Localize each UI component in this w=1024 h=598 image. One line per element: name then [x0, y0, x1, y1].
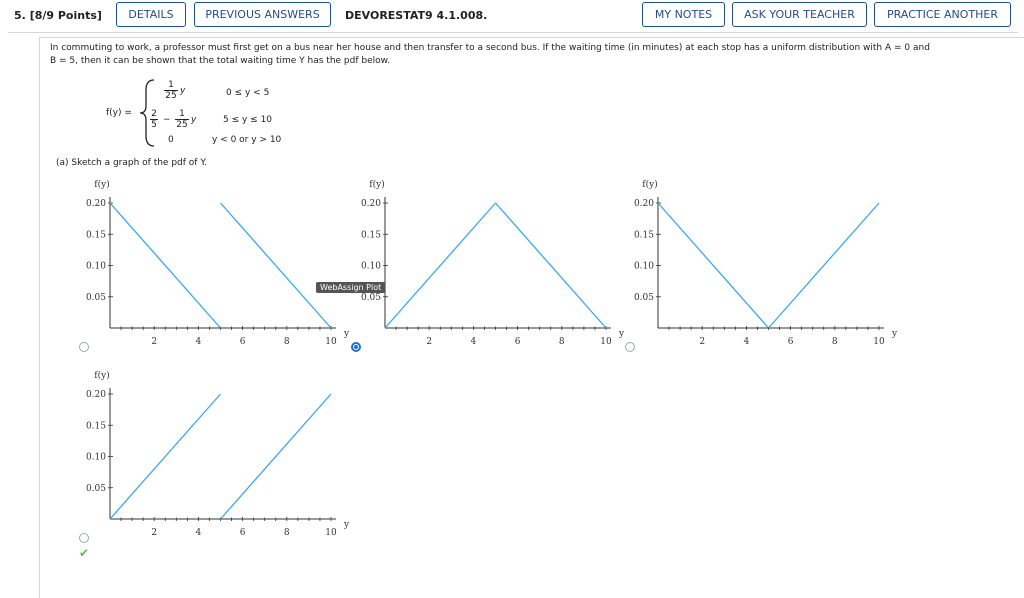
correct-check-icon: ✔ — [79, 546, 90, 560]
x-tick-label: 6 — [240, 528, 246, 538]
x-tick-label: 10 — [873, 337, 885, 347]
plot-option-a[interactable]: 2 4 6 8 10 0.20 0.15 0.10 0.05 f(y) y — [80, 175, 350, 350]
x-tick-label: 8 — [559, 337, 565, 347]
my-notes-button[interactable]: MY NOTES — [642, 2, 725, 27]
y-tick-label: 0.15 — [86, 230, 106, 240]
question-line-1: In commuting to work, a professor must f… — [50, 43, 930, 53]
y-tick-label: 0.05 — [361, 293, 381, 303]
y-tick-label: 0.10 — [634, 262, 654, 272]
question-id: DEVORESTAT9 4.1.008. — [345, 9, 488, 22]
details-button[interactable]: DETAILS — [116, 2, 186, 27]
pdf-line — [220, 202, 332, 329]
y-tick-label: 0.15 — [634, 230, 654, 240]
plot-option-c[interactable]: 2 4 6 8 10 0.20 0.15 0.10 0.05 f(y) y — [628, 175, 898, 350]
x-tick-label: 6 — [788, 337, 794, 347]
x-tick-label: 10 — [325, 337, 337, 347]
x-tick-label: 4 — [196, 528, 202, 538]
case2-minus: − — [163, 115, 171, 125]
part-a-prompt: (a) Sketch a graph of the pdf of Y. — [56, 158, 207, 168]
x-tick-label: 2 — [699, 337, 705, 347]
plot-option-d[interactable]: 2 4 6 8 10 0.20 0.15 0.10 0.05 f(y) y — [80, 366, 350, 541]
case2-fraction-a: 2 5 — [150, 109, 158, 130]
x-tick-label: 10 — [600, 337, 612, 347]
question-line-2: B = 5, then it can be shown that the tot… — [50, 56, 391, 66]
pdf-line — [109, 202, 221, 329]
radio-option-c[interactable] — [625, 342, 635, 352]
case1-var: y — [180, 86, 186, 96]
question-text: In commuting to work, a professor must f… — [50, 42, 1000, 68]
y-tick-label: 0.15 — [361, 230, 381, 240]
x-tick-label: 2 — [151, 337, 157, 347]
x-axis-label: y — [343, 520, 350, 530]
case3-value: 0 — [168, 135, 174, 145]
previous-answers-button[interactable]: PREVIOUS ANSWERS — [194, 2, 331, 27]
case1-condition: 0 ≤ y < 5 — [226, 88, 270, 98]
radio-option-d[interactable] — [79, 533, 89, 543]
y-tick-label: 0.10 — [86, 453, 106, 463]
case3-condition: y < 0 or y > 10 — [212, 135, 282, 145]
y-tick-label: 0.05 — [86, 484, 106, 494]
y-tick-label: 0.05 — [634, 293, 654, 303]
x-tick-label: 8 — [284, 337, 290, 347]
x-tick-label: 4 — [744, 337, 750, 347]
y-axis-label: f(y) — [642, 179, 657, 190]
x-tick-label: 4 — [196, 337, 202, 347]
x-tick-label: 10 — [325, 528, 337, 538]
pdf-label: f(y) = — [106, 108, 132, 118]
case2-condition: 5 ≤ y ≤ 10 — [223, 115, 273, 125]
question-number: 5. [8/9 Points] — [14, 9, 102, 22]
y-axis-label: f(y) — [369, 179, 384, 190]
y-tick-label: 0.05 — [86, 293, 106, 303]
x-tick-label: 2 — [426, 337, 432, 347]
x-tick-label: 6 — [240, 337, 246, 347]
x-axis-label: y — [891, 329, 898, 339]
pdf-line — [768, 202, 880, 329]
y-axis-label: f(y) — [94, 370, 109, 381]
header-divider — [8, 32, 1018, 33]
x-axis-label: y — [343, 329, 350, 339]
pdf-line — [495, 202, 607, 329]
x-tick-label: 8 — [832, 337, 838, 347]
pdf-line — [220, 393, 332, 520]
y-tick-label: 0.20 — [361, 199, 381, 209]
pdf-line — [384, 202, 496, 329]
case2-var: y — [191, 115, 197, 125]
y-tick-label: 0.20 — [86, 199, 106, 209]
practice-another-button[interactable]: PRACTICE ANOTHER — [874, 2, 1011, 27]
x-tick-label: 4 — [471, 337, 477, 347]
webassign-plot-tooltip: WebAssign Plot — [316, 282, 386, 293]
question-header: 5. [8/9 Points] DETAILS PREVIOUS ANSWERS… — [0, 0, 1024, 32]
radio-option-b[interactable] — [351, 342, 361, 352]
x-tick-label: 8 — [284, 528, 290, 538]
y-tick-label: 0.10 — [361, 262, 381, 272]
ask-teacher-button[interactable]: ASK YOUR TEACHER — [732, 2, 867, 27]
plot-option-b[interactable]: 2 4 6 8 10 0.20 0.15 0.10 0.05 f(y) y — [355, 175, 625, 350]
y-axis-label: f(y) — [94, 179, 109, 190]
pdf-line — [657, 202, 769, 329]
x-tick-label: 2 — [151, 528, 157, 538]
case1-fraction: 1 25 — [164, 80, 178, 101]
x-tick-label: 6 — [515, 337, 521, 347]
y-tick-label: 0.10 — [86, 262, 106, 272]
case2-fraction-b: 1 25 — [175, 109, 189, 130]
radio-option-a[interactable] — [79, 342, 89, 352]
y-tick-label: 0.20 — [86, 390, 106, 400]
pdf-line — [109, 393, 221, 520]
y-tick-label: 0.15 — [86, 421, 106, 431]
x-axis-label: y — [618, 329, 625, 339]
y-tick-label: 0.20 — [634, 199, 654, 209]
